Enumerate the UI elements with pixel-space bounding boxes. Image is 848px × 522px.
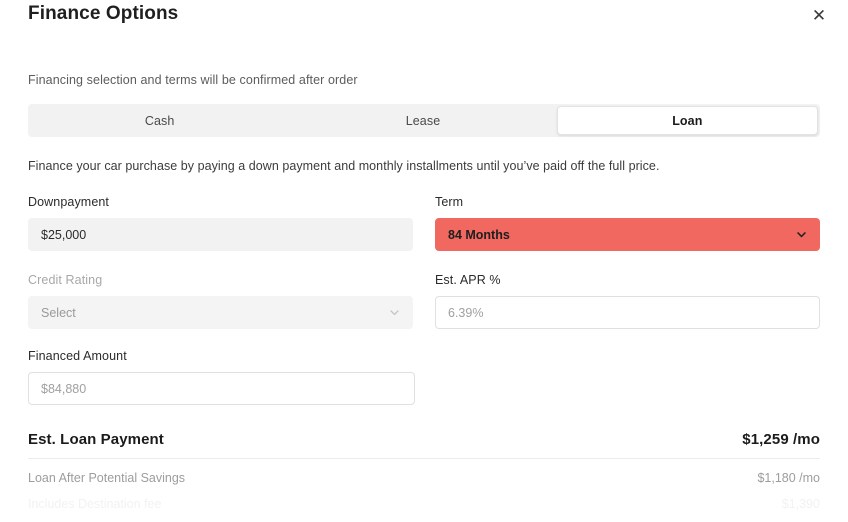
financed-amount-label: Financed Amount — [28, 349, 127, 363]
close-icon[interactable]: ✕ — [806, 2, 832, 28]
finance-options-modal: Finance Options ✕ Financing selection an… — [0, 0, 848, 522]
chevron-down-icon — [389, 307, 400, 318]
est-loan-payment-value: $1,259 /mo — [742, 431, 820, 448]
field-term: Term 84 Months — [435, 195, 820, 251]
field-est-apr: Est. APR % 6.39% — [435, 273, 820, 329]
tab-loan[interactable]: Loan — [556, 106, 818, 135]
credit-rating-select[interactable]: Select — [28, 296, 413, 329]
chevron-down-icon — [796, 229, 807, 240]
downpayment-input[interactable]: $25,000 — [28, 218, 413, 251]
destination-fee-value: $1,390 — [781, 497, 820, 511]
term-label: Term — [435, 195, 464, 209]
est-apr-input[interactable]: 6.39% — [435, 296, 820, 329]
credit-rating-label: Credit Rating — [28, 273, 103, 287]
finance-type-tabs: Cash Lease Loan — [28, 104, 820, 137]
field-row-financed-amount: Financed Amount $84,880 — [28, 349, 820, 405]
est-loan-payment-label: Est. Loan Payment — [28, 431, 164, 448]
confirmation-note: Financing selection and terms will be co… — [28, 73, 358, 87]
page-title: Finance Options — [28, 3, 179, 24]
financed-amount-input[interactable]: $84,880 — [28, 372, 415, 405]
summary-row-destination-fee: Includes Destination fee $1,390 — [28, 485, 820, 511]
modal-body: Financing selection and terms will be co… — [0, 44, 848, 522]
field-row-downpayment-term: Downpayment $25,000 Term 84 Months — [28, 195, 820, 251]
downpayment-label: Downpayment — [28, 195, 110, 209]
est-apr-label: Est. APR % — [435, 273, 501, 287]
summary-row-after-savings: Loan After Potential Savings $1,180 /mo — [28, 459, 820, 485]
credit-rating-placeholder: Select — [41, 305, 76, 320]
destination-fee-label: Includes Destination fee — [28, 497, 162, 511]
term-select[interactable]: 84 Months — [435, 218, 820, 251]
modal-header: Finance Options ✕ — [0, 0, 848, 44]
field-downpayment: Downpayment $25,000 — [28, 195, 413, 251]
term-select-value: 84 Months — [448, 227, 510, 242]
field-credit-rating: Credit Rating Select — [28, 273, 413, 329]
after-savings-value: $1,180 /mo — [757, 471, 820, 485]
tab-lease[interactable]: Lease — [293, 106, 552, 135]
payment-summary: Est. Loan Payment $1,259 /mo Loan After … — [28, 431, 820, 511]
after-savings-label: Loan After Potential Savings — [28, 471, 186, 485]
field-row-credit-apr: Credit Rating Select Est. APR % 6.39% — [28, 273, 820, 329]
finance-description: Finance your car purchase by paying a do… — [28, 159, 660, 173]
field-financed-amount: Financed Amount $84,880 — [28, 349, 415, 405]
summary-row-est-loan-payment: Est. Loan Payment $1,259 /mo — [28, 431, 820, 458]
tab-cash[interactable]: Cash — [30, 106, 289, 135]
